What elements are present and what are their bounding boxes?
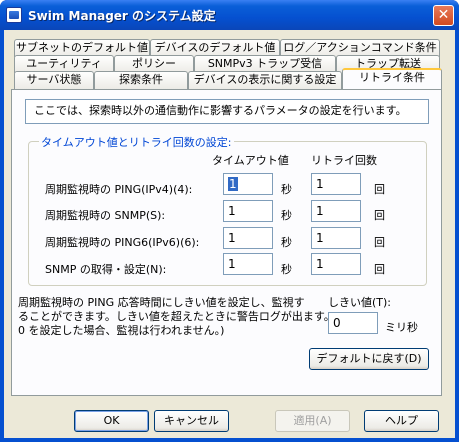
ping-ipv4-timeout-value: 1 xyxy=(228,177,238,191)
cancel-button[interactable]: キャンセル xyxy=(154,410,229,432)
snmp-timeout-unit: 秒 xyxy=(281,209,292,222)
info-text: ここでは、探索時以外の通信動作に影響するパラメータの設定を行います。 xyxy=(25,99,429,124)
close-button[interactable]: ✕ xyxy=(433,5,454,26)
retry-column-header: リトライ回数 xyxy=(311,154,377,167)
ping-ipv4-label: 周期監視時の PING(IPv4)(4): xyxy=(45,183,193,196)
ping-ipv6-retry-input[interactable]: 1 xyxy=(311,227,361,249)
snmp-retry-input[interactable]: 1 xyxy=(311,200,361,222)
snmp-label: 周期監視時の SNMP(S): xyxy=(45,209,166,222)
tab-retry[interactable]: リトライ条件 xyxy=(342,68,442,89)
ping-ipv6-timeout-input[interactable]: 1 xyxy=(223,227,273,249)
app-icon xyxy=(6,7,22,23)
window-frame-right xyxy=(455,30,459,442)
dialog-client: サブネットのデフォルト値 デバイスのデフォルト値 ログ／アクションコマンド条件 … xyxy=(4,30,455,438)
window-title: Swim Manager のシステム設定 xyxy=(28,9,216,23)
snmp-get-set-timeout-input[interactable]: 1 xyxy=(223,253,273,275)
snmp-get-set-timeout-unit: 秒 xyxy=(281,263,292,276)
snmp-get-set-retry-input[interactable]: 1 xyxy=(311,253,361,275)
threshold-description-line3: 0 を設定した場合、監視は行われません。) xyxy=(18,324,225,337)
close-icon: ✕ xyxy=(437,7,450,23)
window-frame-bottom xyxy=(0,438,459,442)
ping-ipv6-timeout-unit: 秒 xyxy=(281,236,292,249)
tab-discovery[interactable]: 探索条件 xyxy=(94,71,188,89)
ping-ipv4-timeout-input[interactable]: 1 xyxy=(223,173,273,195)
snmp-retry-unit: 回 xyxy=(374,209,385,222)
settings-window: Swim Manager のシステム設定 ✕ サブネットのデフォルト値 デバイス… xyxy=(0,0,459,442)
tab-server-status[interactable]: サーバ状態 xyxy=(14,71,94,89)
snmp-get-set-label: SNMP の取得・設定(N): xyxy=(45,263,167,276)
restore-defaults-button[interactable]: デフォルトに戻す(D) xyxy=(309,348,429,370)
timeout-column-header: タイムアウト値 xyxy=(212,154,289,167)
help-button[interactable]: ヘルプ xyxy=(364,410,439,432)
retry-settings-panel: ここでは、探索時以外の通信動作に影響するパラメータの設定を行います。 タイムアウ… xyxy=(11,89,442,396)
ping-ipv6-retry-unit: 回 xyxy=(374,236,385,249)
title-bar[interactable]: Swim Manager のシステム設定 ✕ xyxy=(0,0,459,30)
group-title: タイムアウト値とリトライ回数の設定: xyxy=(39,134,234,150)
threshold-label: しきい値(T): xyxy=(328,296,392,309)
threshold-unit: ミリ秒 xyxy=(385,321,418,334)
tab-device-display[interactable]: デバイスの表示に関する設定 xyxy=(188,71,342,89)
ok-button[interactable]: OK xyxy=(74,410,149,432)
ping-ipv6-label: 周期監視時の PING6(IPv6)(6): xyxy=(45,236,200,249)
ping-ipv4-retry-input[interactable]: 1 xyxy=(311,173,361,195)
apply-button[interactable]: 適用(A) xyxy=(275,410,350,432)
threshold-input[interactable]: 0 xyxy=(328,312,378,334)
snmp-get-set-retry-unit: 回 xyxy=(374,263,385,276)
ping-ipv4-timeout-unit: 秒 xyxy=(281,183,292,196)
snmp-timeout-input[interactable]: 1 xyxy=(223,200,273,222)
ping-ipv4-retry-unit: 回 xyxy=(374,183,385,196)
